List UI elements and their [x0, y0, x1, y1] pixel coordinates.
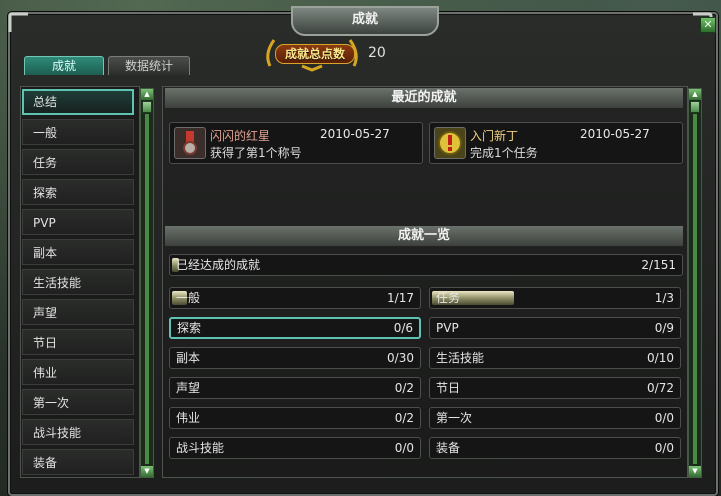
window-corner-ornament: [8, 12, 28, 32]
overall-progress-label: 已经达成的成就: [176, 258, 261, 272]
category-progress-row[interactable]: 生活技能 0/10: [429, 347, 681, 369]
recent-achievements-heading: 最近的成就: [165, 88, 683, 109]
recent-achievement-card[interactable]: 入门新丁 2010-05-27 完成1个任务: [429, 122, 683, 164]
sidebar-item[interactable]: 副本: [22, 239, 134, 265]
category-label: 第一次: [436, 411, 473, 425]
scroll-track: [693, 114, 697, 464]
sidebar-item[interactable]: 探索: [22, 179, 134, 205]
recent-achievement-desc: 获得了第1个称号: [210, 146, 302, 160]
window-title: 成就: [291, 6, 439, 36]
recent-achievement-card[interactable]: 闪闪的红星 2010-05-27 获得了第1个称号: [169, 122, 423, 164]
category-label: PVP: [436, 321, 459, 335]
category-progress-row[interactable]: 节日 0/72: [429, 377, 681, 399]
close-button[interactable]: ✕: [700, 17, 716, 33]
category-value: 0/10: [647, 351, 674, 365]
category-progress-row[interactable]: 战斗技能 0/0: [169, 437, 421, 459]
overall-progress-bar: 已经达成的成就 2/151: [169, 254, 683, 276]
category-progress-row[interactable]: PVP 0/9: [429, 317, 681, 339]
sidebar-item[interactable]: PVP: [22, 209, 134, 235]
recent-achievement-date: 2010-05-27: [320, 127, 390, 141]
overview-heading: 成就一览: [165, 226, 683, 247]
tab-statistics[interactable]: 数据统计: [108, 56, 190, 75]
recent-achievement-date: 2010-05-27: [580, 127, 650, 141]
category-label: 装备: [436, 441, 461, 455]
category-value: 0/72: [647, 381, 674, 395]
red-medal-icon: [174, 127, 206, 159]
total-points-label: 成就总点数: [275, 44, 355, 64]
sidebar-item[interactable]: 声望: [22, 299, 134, 325]
category-value: 0/9: [654, 321, 674, 335]
exclamation-icon: [434, 127, 466, 159]
sidebar-item[interactable]: 装备: [22, 449, 134, 475]
sidebar-item[interactable]: 伟业: [22, 359, 134, 385]
scroll-up-icon[interactable]: ▲: [689, 89, 701, 100]
category-label: 生活技能: [436, 351, 485, 365]
total-points-value: 20: [368, 45, 386, 61]
category-label: 任务: [436, 291, 461, 305]
recent-achievement-desc: 完成1个任务: [470, 146, 538, 160]
sidebar-item[interactable]: 任务: [22, 149, 134, 175]
sidebar-item[interactable]: 节日: [22, 329, 134, 355]
category-progress-row[interactable]: 副本 0/30: [169, 347, 421, 369]
category-label: 探索: [177, 321, 202, 335]
category-value: 0/2: [394, 411, 414, 425]
sidebar-item[interactable]: 生活技能: [22, 269, 134, 295]
recent-achievement-title: 入门新丁: [470, 129, 519, 143]
sidebar-item[interactable]: 战斗技能: [22, 419, 134, 445]
scroll-down-icon[interactable]: ▼: [689, 466, 701, 477]
category-progress-row[interactable]: 探索 0/6: [169, 317, 421, 339]
category-value: 1/3: [654, 291, 674, 305]
scroll-track: [145, 114, 149, 464]
sidebar-item[interactable]: 第一次: [22, 389, 134, 415]
category-label: 伟业: [176, 411, 201, 425]
scroll-down-icon[interactable]: ▼: [141, 466, 153, 477]
category-value: 1/17: [387, 291, 414, 305]
category-value: 0/0: [654, 441, 674, 455]
overall-progress-value: 2/151: [641, 258, 676, 272]
category-value: 0/0: [654, 411, 674, 425]
category-progress-row[interactable]: 第一次 0/0: [429, 407, 681, 429]
category-progress-row[interactable]: 一般 1/17: [169, 287, 421, 309]
category-value: 0/2: [394, 381, 414, 395]
category-label: 副本: [176, 351, 201, 365]
sidebar-item[interactable]: 一般: [22, 119, 134, 145]
main-scrollbar[interactable]: ▲ ▼: [688, 88, 702, 478]
scroll-thumb[interactable]: [690, 101, 700, 113]
category-progress-row[interactable]: 装备 0/0: [429, 437, 681, 459]
category-progress-row[interactable]: 声望 0/2: [169, 377, 421, 399]
sidebar-item[interactable]: 总结: [22, 89, 134, 115]
sidebar-scrollbar[interactable]: ▲ ▼: [140, 88, 154, 478]
recent-achievement-title: 闪闪的红星: [210, 129, 271, 143]
category-label: 节日: [436, 381, 461, 395]
scroll-thumb[interactable]: [142, 101, 152, 113]
category-label: 一般: [176, 291, 201, 305]
category-label: 战斗技能: [176, 441, 225, 455]
category-label: 声望: [176, 381, 201, 395]
category-value: 0/30: [387, 351, 414, 365]
category-progress-row[interactable]: 伟业 0/2: [169, 407, 421, 429]
scroll-up-icon[interactable]: ▲: [141, 89, 153, 100]
category-value: 0/0: [394, 441, 414, 455]
category-progress-row[interactable]: 任务 1/3: [429, 287, 681, 309]
category-value: 0/6: [393, 321, 413, 335]
tab-achievements[interactable]: 成就: [24, 56, 104, 75]
